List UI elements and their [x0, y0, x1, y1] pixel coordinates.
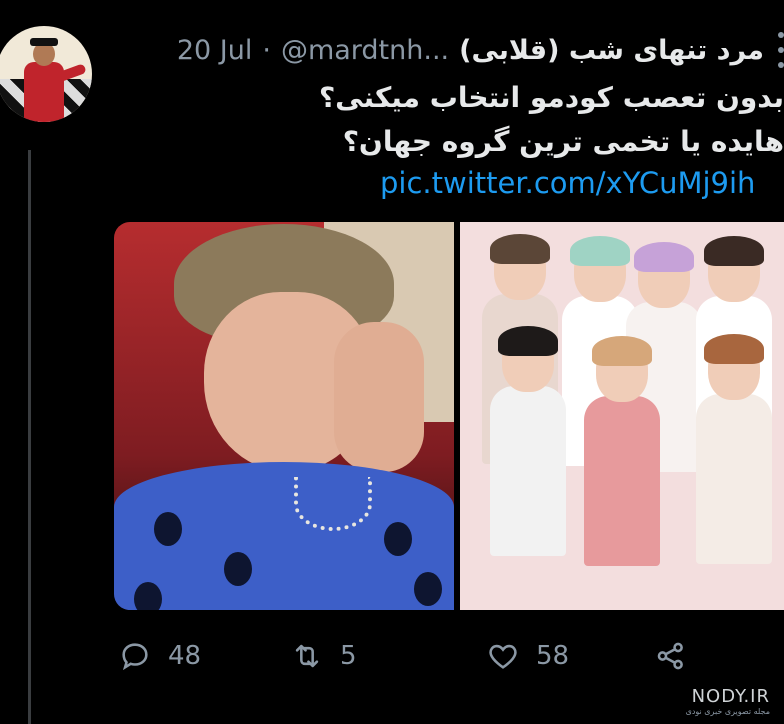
- member-hair: [592, 336, 652, 366]
- photo-hand: [334, 322, 424, 472]
- member-body: [584, 396, 660, 566]
- tweet-header: 20 Jul · @mardtnh... مرد تنهای شب (قلابی…: [177, 28, 764, 72]
- dress-spot: [414, 572, 442, 606]
- watermark-subtitle: مجله تصویری خبری نودی: [685, 707, 770, 716]
- member-hair: [704, 236, 764, 266]
- retweet-button[interactable]: 5: [290, 639, 486, 673]
- reply-count: 48: [168, 641, 202, 671]
- heart-icon: [489, 644, 517, 669]
- dress-spot: [384, 522, 412, 556]
- reply-button[interactable]: 48: [118, 639, 290, 673]
- media-photo-left[interactable]: [114, 222, 454, 610]
- tweet-text: بدون تعصب کودمو انتخاب میکنی؟ هایده یا ت…: [84, 76, 784, 164]
- dress-spot: [134, 582, 162, 610]
- retweet-icon: [295, 644, 319, 668]
- retweet-count: 5: [340, 641, 357, 671]
- member-hair: [634, 242, 694, 272]
- user-handle[interactable]: @mardtnh...: [281, 35, 449, 66]
- photo-necklace: [294, 477, 372, 531]
- separator-dot: ·: [262, 34, 271, 66]
- thread-line: [28, 150, 31, 724]
- tweet-text-line: هایده یا تخمی ترین گروه جهان؟: [342, 125, 784, 158]
- tweet-media[interactable]: [114, 222, 784, 612]
- tweet-actions: 48 5 58: [118, 632, 738, 680]
- avatar-body: [24, 62, 64, 122]
- share-button[interactable]: [654, 639, 688, 673]
- like-button[interactable]: 58: [486, 639, 654, 673]
- member-body: [696, 394, 772, 564]
- share-icon: [657, 642, 683, 670]
- dress-spot: [224, 552, 252, 586]
- tweet-link[interactable]: pic.twitter.com/xYCuMj9ih: [380, 166, 755, 200]
- tweet-text-line: بدون تعصب کودمو انتخاب میکنی؟: [318, 81, 784, 114]
- display-name[interactable]: مرد تنهای شب (قلابی): [459, 35, 764, 66]
- reply-icon: [122, 643, 148, 671]
- tweet-timestamp[interactable]: 20 Jul: [177, 35, 253, 66]
- like-count: 58: [536, 641, 570, 671]
- watermark: NODY.IR مجله تصویری خبری نودی: [686, 686, 770, 716]
- watermark-name: NODY.IR: [691, 686, 770, 707]
- media-photo-right[interactable]: [460, 222, 784, 610]
- member-hair: [490, 234, 550, 264]
- avatar[interactable]: [0, 26, 92, 122]
- member-hair: [704, 334, 764, 364]
- more-vertical-icon[interactable]: [778, 32, 784, 68]
- member-body: [490, 386, 566, 556]
- dress-spot: [154, 512, 182, 546]
- member-hair: [498, 326, 558, 356]
- avatar-hat: [30, 38, 58, 46]
- member-hair: [570, 236, 630, 266]
